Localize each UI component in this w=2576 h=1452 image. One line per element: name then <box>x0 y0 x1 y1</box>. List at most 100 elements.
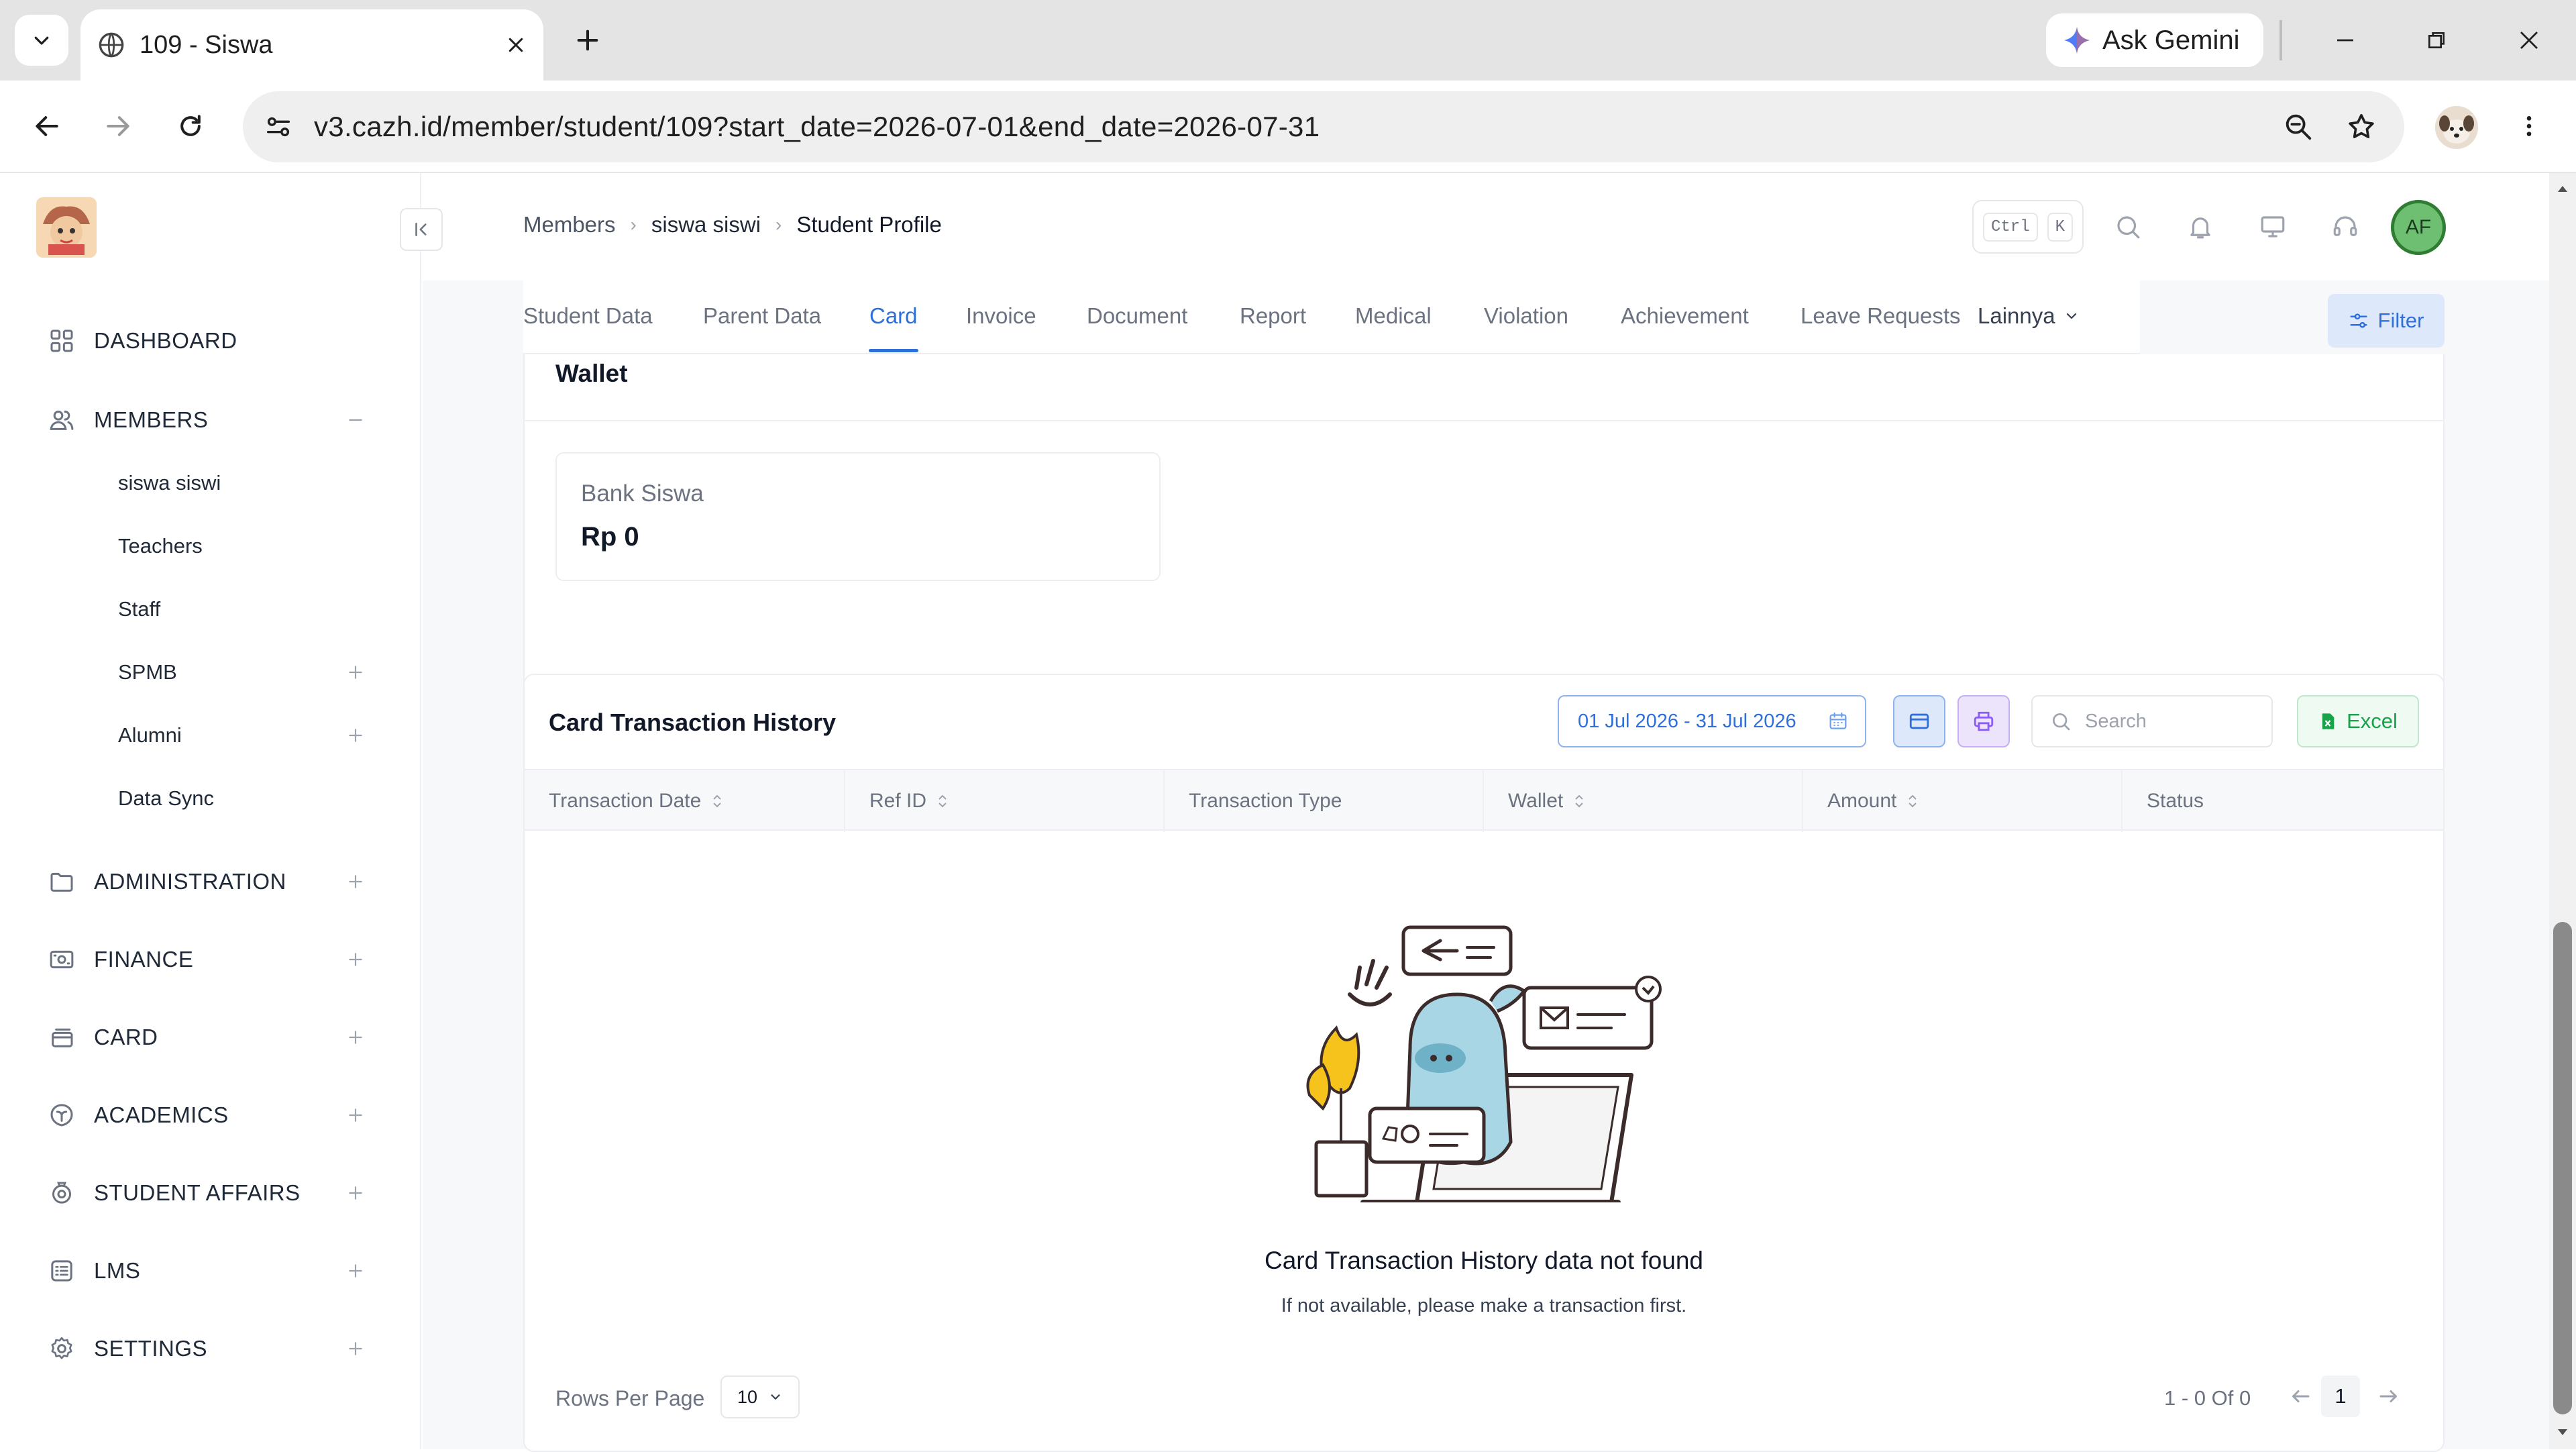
site-settings-icon[interactable] <box>263 111 294 142</box>
header-search-button[interactable] <box>2108 207 2148 247</box>
sidebar-item-administration[interactable]: ADMINISTRATION <box>47 862 369 902</box>
filter-sliders-icon <box>2350 313 2367 328</box>
filter-button[interactable]: Filter <box>2328 294 2445 348</box>
forward-button[interactable] <box>98 106 138 146</box>
plus-icon[interactable] <box>342 722 369 749</box>
reload-button[interactable] <box>170 106 211 146</box>
sidebar-subitem-spmb[interactable]: SPMB <box>118 654 369 691</box>
browser-tab-strip: 109 - Siswa Ask Gemini <box>0 0 2576 81</box>
sidebar-collapse-button[interactable] <box>400 208 443 251</box>
search-input[interactable]: Search <box>2031 695 2273 747</box>
next-page-button[interactable] <box>2372 1380 2406 1413</box>
prev-page-button[interactable] <box>2284 1380 2317 1413</box>
minus-icon[interactable] <box>342 407 369 433</box>
user-avatar[interactable]: AF <box>2391 200 2446 255</box>
close-window-button[interactable] <box>2509 20 2549 60</box>
plus-icon[interactable] <box>342 1180 369 1206</box>
column-transaction-date[interactable]: Transaction Date <box>525 770 845 832</box>
scrollbar-thumb[interactable] <box>2553 922 2572 1414</box>
sidebar-subitem-siswa-siswi[interactable]: siswa siswi <box>118 464 369 502</box>
command-palette-shortcut[interactable]: Ctrl K <box>1972 200 2084 254</box>
print-button[interactable] <box>1957 695 2010 747</box>
restore-button[interactable] <box>2416 20 2457 60</box>
plus-icon[interactable] <box>342 1024 369 1051</box>
scroll-up-arrow-icon[interactable] <box>2555 181 2571 197</box>
card-view-button[interactable] <box>1893 695 1945 747</box>
plus-icon[interactable] <box>342 1102 369 1129</box>
display-button[interactable] <box>2253 207 2293 247</box>
tab-medical[interactable]: Medical <box>1355 303 1432 329</box>
tab-title: 109 - Siswa <box>140 30 273 59</box>
more-vertical-icon <box>2526 116 2532 136</box>
sidebar-item-finance[interactable]: FINANCE <box>47 939 369 980</box>
wallet-balance-box: Bank Siswa Rp 0 <box>555 452 1161 581</box>
address-bar[interactable]: v3.cazh.id/member/student/109?start_date… <box>243 91 2404 162</box>
export-excel-button[interactable]: Excel <box>2297 695 2419 747</box>
support-button[interactable] <box>2325 207 2365 247</box>
browser-profile-avatar[interactable] <box>2435 106 2478 149</box>
arrow-left-icon <box>36 116 58 136</box>
search-placeholder: Search <box>2085 710 2147 732</box>
tab-more-dropdown[interactable]: Lainnya <box>1978 303 2080 329</box>
breadcrumb-siswa-siswi[interactable]: siswa siswi <box>651 212 761 238</box>
close-tab-icon[interactable] <box>506 35 526 55</box>
tab-document[interactable]: Document <box>1087 303 1187 329</box>
plus-icon[interactable] <box>342 1257 369 1284</box>
tab-search-button[interactable] <box>15 15 68 66</box>
sidebar-item-card[interactable]: CARD <box>47 1017 369 1057</box>
chevron-down-icon <box>771 1394 780 1400</box>
tab-student-data[interactable]: Student Data <box>523 303 653 329</box>
rows-per-page-select[interactable]: 10 <box>720 1376 800 1418</box>
column-wallet[interactable]: Wallet <box>1484 770 1803 832</box>
sidebar-subitem-teachers[interactable]: Teachers <box>118 527 369 565</box>
minimize-button[interactable] <box>2325 20 2365 60</box>
arrow-left-icon <box>2292 1390 2310 1402</box>
back-button[interactable] <box>27 106 67 146</box>
school-logo[interactable] <box>36 197 97 258</box>
sidebar-subitem-alumni[interactable]: Alumni <box>118 717 369 754</box>
folder-icon <box>47 867 76 896</box>
tab-invoice[interactable]: Invoice <box>966 303 1036 329</box>
tab-violation[interactable]: Violation <box>1484 303 1568 329</box>
date-range-picker[interactable]: 01 Jul 2026 - 31 Jul 2026 <box>1558 695 1866 747</box>
notifications-button[interactable] <box>2180 207 2220 247</box>
sidebar-item-academics[interactable]: ACADEMICS <box>47 1095 369 1135</box>
close-icon <box>2520 32 2538 49</box>
sidebar-item-student-affairs[interactable]: STUDENT AFFAIRS <box>47 1173 369 1213</box>
sidebar-item-label: DASHBOARD <box>94 328 237 353</box>
rows-per-page-label: Rows Per Page <box>555 1386 705 1410</box>
column-amount[interactable]: Amount <box>1803 770 2123 832</box>
sidebar-subitem-data-sync[interactable]: Data Sync <box>118 780 369 817</box>
bookmark-button[interactable] <box>2341 107 2381 147</box>
sort-icon <box>1909 794 1917 808</box>
sidebar-item-lms[interactable]: LMS <box>47 1251 369 1291</box>
browser-menu-button[interactable] <box>2509 106 2549 146</box>
card-icon <box>47 1023 76 1052</box>
ask-gemini-button[interactable]: Ask Gemini <box>2046 13 2263 67</box>
new-tab-button[interactable] <box>569 21 606 59</box>
zoom-button[interactable] <box>2278 107 2318 147</box>
sidebar-item-settings[interactable]: SETTINGS <box>47 1329 369 1369</box>
tab-achievement[interactable]: Achievement <box>1621 303 1749 329</box>
plus-icon[interactable] <box>342 1335 369 1362</box>
column-ref-id[interactable]: Ref ID <box>845 770 1165 832</box>
breadcrumb-members[interactable]: Members <box>523 212 616 238</box>
plus-icon[interactable] <box>342 659 369 686</box>
scroll-down-arrow-icon[interactable] <box>2555 1424 2571 1440</box>
sidebar-item-label: ADMINISTRATION <box>94 869 286 894</box>
sidebar-item-members[interactable]: MEMBERS <box>47 400 369 440</box>
plus-icon[interactable] <box>342 868 369 895</box>
tab-report[interactable]: Report <box>1240 303 1306 329</box>
page-number-1[interactable]: 1 <box>2321 1376 2360 1417</box>
tab-card[interactable]: Card <box>869 303 918 329</box>
page-scrollbar[interactable] <box>2549 173 2576 1449</box>
chrome-divider <box>2279 20 2282 60</box>
browser-tab[interactable]: 109 - Siswa <box>80 9 543 81</box>
tab-parent-data[interactable]: Parent Data <box>703 303 821 329</box>
empty-state-title: Card Transaction History data not found <box>1264 1247 1704 1274</box>
plus-icon[interactable] <box>342 946 369 973</box>
sidebar-subitem-staff[interactable]: Staff <box>118 590 369 628</box>
tab-leave-requests[interactable]: Leave Requests <box>1801 303 1961 329</box>
sidebar-item-dashboard[interactable]: DASHBOARD <box>47 321 369 361</box>
sidebar-item-label: LMS <box>94 1258 141 1283</box>
